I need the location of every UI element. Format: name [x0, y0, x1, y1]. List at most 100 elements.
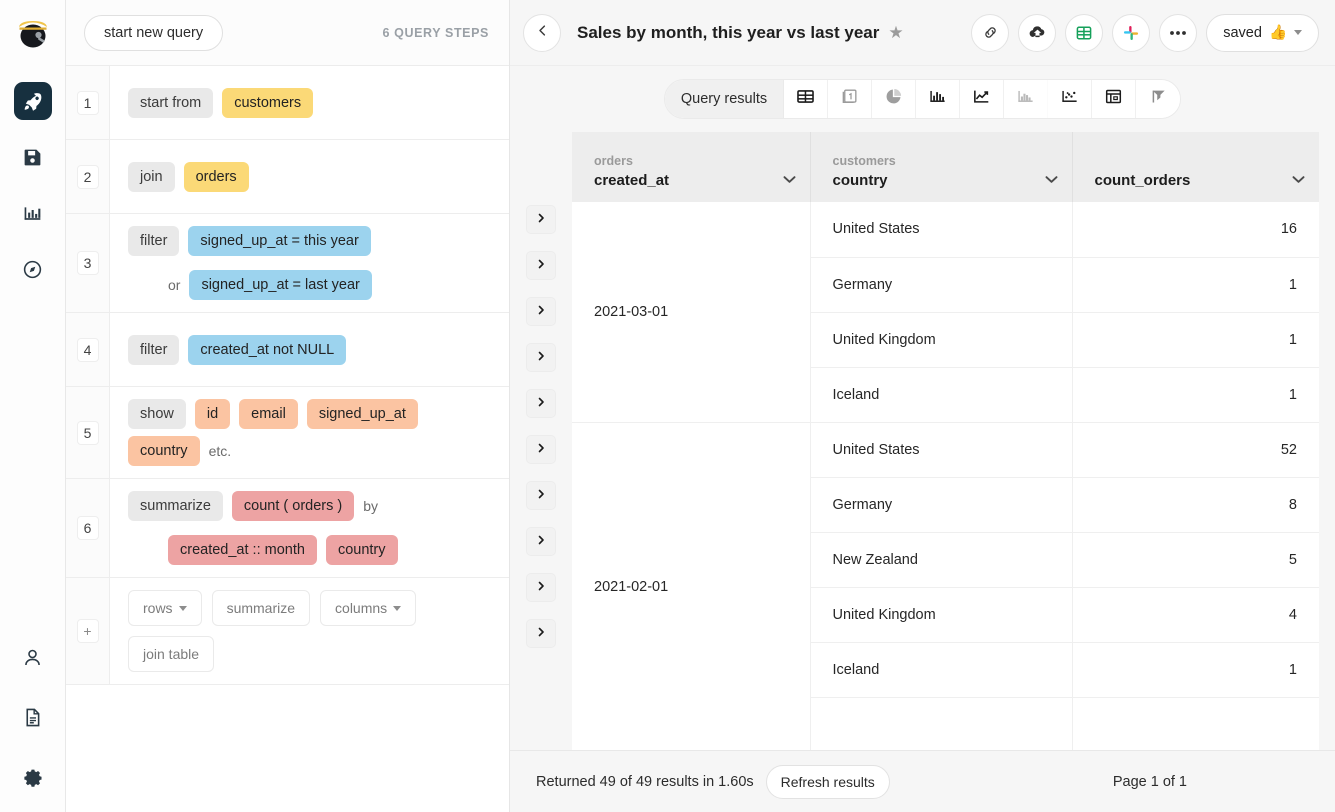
pivot-table-icon: [1104, 87, 1123, 111]
add-rows-button[interactable]: rows: [128, 590, 202, 626]
saved-status-dropdown[interactable]: saved 👍: [1206, 14, 1319, 52]
table-row[interactable]: 2021-03-01United States16: [572, 202, 1319, 257]
query-results-tab[interactable]: Query results: [665, 80, 784, 118]
table-column-header[interactable]: orderscreated_at: [572, 132, 810, 202]
row-expander-column: [510, 132, 572, 750]
viz-button-table[interactable]: [784, 80, 828, 118]
step-text: by: [363, 498, 378, 514]
cell-country: Iceland: [810, 367, 1072, 422]
step-field-chip[interactable]: country: [128, 436, 200, 466]
step-verb-chip[interactable]: filter: [128, 226, 179, 256]
add-summarize-button[interactable]: summarize: [212, 590, 310, 626]
chevron-right-icon: [535, 579, 547, 597]
step-number: 1: [77, 91, 99, 115]
viz-button-line-chart[interactable]: [960, 80, 1004, 118]
ellipsis-icon[interactable]: [1159, 14, 1197, 52]
viz-button-scatter-plot[interactable]: [1048, 80, 1092, 118]
viz-button-single-number[interactable]: [828, 80, 872, 118]
single-number-icon: [840, 87, 859, 111]
table-row[interactable]: 2021-02-01United States52: [572, 422, 1319, 477]
sidebar-item-explore[interactable]: [14, 250, 52, 288]
refresh-results-button[interactable]: Refresh results: [766, 765, 890, 799]
step-verb-chip[interactable]: filter: [128, 335, 179, 365]
google-sheets-icon[interactable]: [1065, 14, 1103, 52]
row-expand-button[interactable]: [526, 343, 556, 372]
results-table-area: orderscreated_atcustomerscountry count_o…: [510, 132, 1335, 750]
row-expand-button[interactable]: [526, 389, 556, 418]
left-nav-rail: [0, 0, 66, 812]
step-filter-chip[interactable]: signed_up_at = last year: [189, 270, 371, 300]
query-step[interactable]: 3filtersigned_up_at = this yearorsigned_…: [66, 214, 509, 313]
sidebar-item-docs[interactable]: [14, 698, 52, 736]
step-agg-chip[interactable]: created_at :: month: [168, 535, 317, 565]
cell-count-orders: 4: [1072, 587, 1319, 642]
query-step[interactable]: 5showidemailsigned_up_atcountryetc.: [66, 387, 509, 479]
step-agg-chip[interactable]: count ( orders ): [232, 491, 354, 521]
scatter-plot-icon: [1060, 87, 1079, 111]
link-icon[interactable]: [971, 14, 1009, 52]
step-field-chip[interactable]: id: [195, 399, 230, 429]
cell-country: United Kingdom: [810, 587, 1072, 642]
step-verb-chip[interactable]: join: [128, 162, 175, 192]
cloud-download-icon[interactable]: [1018, 14, 1056, 52]
step-agg-chip[interactable]: country: [326, 535, 398, 565]
slack-icon[interactable]: [1112, 14, 1150, 52]
step-verb-chip[interactable]: show: [128, 399, 186, 429]
query-step[interactable]: 2joinorders: [66, 140, 509, 214]
step-filter-chip[interactable]: signed_up_at = this year: [188, 226, 370, 256]
visualization-switcher: Query results: [664, 79, 1181, 119]
query-step[interactable]: 1 start from customers: [66, 66, 509, 140]
visualization-toolbar: Query results: [510, 66, 1335, 132]
viz-button-bar-chart[interactable]: [916, 80, 960, 118]
cell-count-orders: [1072, 697, 1319, 750]
add-step-row: + rows summarize columns join table: [66, 578, 509, 685]
row-expand-button[interactable]: [526, 297, 556, 326]
step-table-chip[interactable]: customers: [222, 88, 313, 118]
row-expand-button[interactable]: [526, 251, 556, 280]
add-join-table-button[interactable]: join table: [128, 636, 214, 672]
page-title: Sales by month, this year vs last year: [577, 23, 879, 43]
step-field-chip[interactable]: signed_up_at: [307, 399, 418, 429]
query-step[interactable]: 4filtercreated_at not NULL: [66, 313, 509, 387]
add-columns-button[interactable]: columns: [320, 590, 416, 626]
row-expand-button[interactable]: [526, 205, 556, 234]
row-expand-button[interactable]: [526, 435, 556, 464]
sidebar-item-charts[interactable]: [14, 194, 52, 232]
row-expand-button[interactable]: [526, 619, 556, 648]
app-root: start new query 6 QUERY STEPS 1start fro…: [0, 0, 1335, 812]
add-step-number-cell[interactable]: +: [66, 578, 110, 684]
table-column-header[interactable]: count_orders: [1072, 132, 1319, 202]
row-expand-button[interactable]: [526, 527, 556, 556]
row-expand-button[interactable]: [526, 573, 556, 602]
step-table-chip[interactable]: orders: [184, 162, 249, 192]
row-expand-button[interactable]: [526, 481, 556, 510]
chevron-down-icon[interactable]: [1045, 172, 1058, 187]
sidebar-item-settings[interactable]: [14, 758, 52, 796]
step-filter-chip[interactable]: created_at not NULL: [188, 335, 346, 365]
app-logo[interactable]: [11, 10, 55, 54]
viz-button-pie-chart[interactable]: [872, 80, 916, 118]
start-new-query-button[interactable]: start new query: [84, 15, 223, 51]
viz-button-funnel-chart[interactable]: [1136, 80, 1180, 118]
step-field-chip[interactable]: email: [239, 399, 298, 429]
step-verb-chip[interactable]: start from: [128, 88, 213, 118]
sidebar-item-queries[interactable]: [14, 82, 52, 120]
sidebar-item-account[interactable]: [14, 638, 52, 676]
sidebar-item-saved[interactable]: [14, 138, 52, 176]
viz-button-pivot-table[interactable]: [1092, 80, 1136, 118]
step-number: 6: [77, 516, 99, 540]
query-step[interactable]: 6 summarize count ( orders ) by created_at :…: [66, 479, 509, 578]
step-content: start from customers: [110, 66, 509, 139]
chevron-right-icon: [535, 487, 547, 505]
step-verb-chip[interactable]: summarize: [128, 491, 223, 521]
query-builder-panel: start new query 6 QUERY STEPS 1start fro…: [66, 0, 510, 812]
step-text: etc.: [209, 443, 232, 459]
cell-country: United States: [810, 202, 1072, 257]
collapse-panel-button[interactable]: [523, 14, 561, 52]
results-status-text: Returned 49 of 49 results in 1.60s: [536, 774, 754, 790]
star-icon[interactable]: ★: [888, 23, 903, 43]
table-column-header[interactable]: customerscountry: [810, 132, 1072, 202]
chevron-down-icon[interactable]: [1292, 172, 1305, 187]
viz-button-histogram[interactable]: [1004, 80, 1048, 118]
chevron-down-icon[interactable]: [783, 172, 796, 187]
